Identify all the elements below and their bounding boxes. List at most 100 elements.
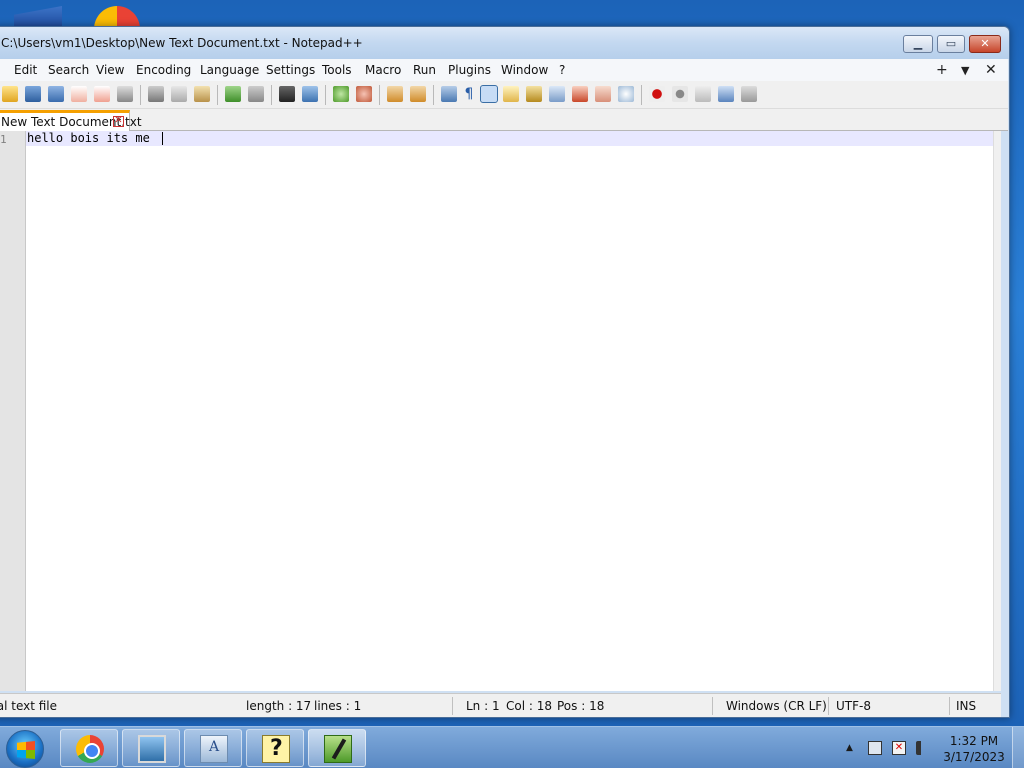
clock-date: 3/17/2023: [943, 750, 1005, 764]
menu-encoding[interactable]: Encoding: [136, 63, 191, 77]
redo-icon[interactable]: [248, 86, 264, 102]
toolbar-separator: [379, 85, 380, 105]
status-separator: [828, 697, 829, 715]
word-wrap-icon[interactable]: [441, 86, 457, 102]
title-bar[interactable]: C:\Users\vm1\Desktop\New Text Document.t…: [0, 27, 1009, 59]
zoom-out-icon[interactable]: [356, 86, 372, 102]
action-center-flag-icon[interactable]: ✕: [892, 741, 906, 755]
tab-bar: New Text Document.txt ✕: [0, 109, 1008, 131]
eye-icon[interactable]: [618, 86, 634, 102]
replace-icon[interactable]: [302, 86, 318, 102]
desktop-computer-icon[interactable]: [14, 6, 62, 28]
open-icon[interactable]: [2, 86, 18, 102]
minimize-button[interactable]: ▁: [903, 35, 933, 53]
taskbar-help-button[interactable]: [246, 729, 304, 767]
chrome-icon: [76, 735, 104, 763]
tab-close-icon[interactable]: ✕: [113, 116, 124, 127]
notepad-window: C:\Users\vm1\Desktop\New Text Document.t…: [0, 26, 1010, 718]
status-encoding[interactable]: UTF-8: [836, 699, 871, 713]
wordpad-icon: [200, 735, 228, 763]
user-language-icon[interactable]: [503, 86, 519, 102]
menu-tools[interactable]: Tools: [322, 63, 352, 77]
editor-area[interactable]: 1 hello bois its me: [0, 131, 1001, 691]
paste-icon[interactable]: [194, 86, 210, 102]
find-icon[interactable]: [279, 86, 295, 102]
close-window-button[interactable]: ✕: [969, 35, 1001, 53]
status-pos: Pos : 18: [557, 699, 605, 713]
stop-record-icon[interactable]: [672, 86, 688, 102]
menu-language[interactable]: Language: [200, 63, 259, 77]
taskbar: ▲ ✕ 1:32 PM 3/17/2023: [0, 726, 1024, 768]
toolbar-separator: [641, 85, 642, 105]
menu-plugins[interactable]: Plugins: [448, 63, 491, 77]
toolbar-separator: [433, 85, 434, 105]
copy-icon[interactable]: [171, 86, 187, 102]
toolbar-separator: [271, 85, 272, 105]
doc-map-icon[interactable]: [526, 86, 542, 102]
close-document-button[interactable]: ✕: [985, 62, 997, 78]
menu-macro[interactable]: Macro: [365, 63, 401, 77]
text-caret: [162, 132, 163, 145]
folder-workspace-icon[interactable]: [572, 86, 588, 102]
taskbar-chrome-button[interactable]: [60, 729, 118, 767]
menu-edit[interactable]: Edit: [14, 63, 37, 77]
status-length: length : 17: [246, 699, 312, 713]
start-button[interactable]: [6, 730, 44, 768]
play-macro-icon[interactable]: [695, 86, 711, 102]
tab-new-text-document[interactable]: New Text Document.txt ✕: [0, 110, 142, 131]
status-separator: [949, 697, 950, 715]
menu-settings[interactable]: Settings: [266, 63, 315, 77]
show-desktop-button[interactable]: [1012, 727, 1024, 768]
status-separator: [452, 697, 453, 715]
record-macro-icon[interactable]: [649, 86, 665, 102]
save-macro-icon[interactable]: [741, 86, 757, 102]
taskbar-wordpad-button[interactable]: [184, 729, 242, 767]
window-title: C:\Users\vm1\Desktop\New Text Document.t…: [1, 36, 363, 50]
close-all-icon[interactable]: [94, 86, 110, 102]
status-ln: Ln : 1: [466, 699, 500, 713]
toolbar-separator: [217, 85, 218, 105]
sync-vertical-icon[interactable]: [387, 86, 403, 102]
monitoring-icon[interactable]: [595, 86, 611, 102]
cut-icon[interactable]: [148, 86, 164, 102]
menu-view[interactable]: View: [96, 63, 124, 77]
save-icon[interactable]: [25, 86, 41, 102]
menu-help[interactable]: ?: [559, 63, 565, 77]
menu-run[interactable]: Run: [413, 63, 436, 77]
windows-logo-icon: [17, 741, 35, 759]
new-tab-plus-button[interactable]: +: [936, 62, 948, 78]
menu-window[interactable]: Window: [501, 63, 548, 77]
show-all-chars-icon[interactable]: ¶: [461, 86, 477, 102]
vertical-scrollbar[interactable]: [993, 131, 1001, 691]
undo-icon[interactable]: [225, 86, 241, 102]
status-bar: Normal text file length : 17 lines : 1 L…: [0, 693, 1001, 717]
current-line-highlight: [26, 131, 993, 146]
maximize-button[interactable]: ▭: [937, 35, 965, 53]
zoom-in-icon[interactable]: [333, 86, 349, 102]
sync-horizontal-icon[interactable]: [410, 86, 426, 102]
save-all-icon[interactable]: [48, 86, 64, 102]
run-macro-multiple-icon[interactable]: [718, 86, 734, 102]
status-mode[interactable]: INS: [956, 699, 976, 713]
network-icon[interactable]: [868, 741, 882, 755]
print-icon[interactable]: [117, 86, 133, 102]
status-lines: lines : 1: [314, 699, 362, 713]
taskbar-photos-button[interactable]: [122, 729, 180, 767]
system-tray: ▲ ✕: [840, 727, 940, 768]
indent-guide-icon[interactable]: [480, 85, 498, 103]
tab-list-dropdown-button[interactable]: ▼: [961, 64, 969, 77]
editor-text[interactable]: hello bois its me: [27, 131, 150, 146]
taskbar-notepadpp-button[interactable]: [308, 729, 366, 767]
close-icon[interactable]: [71, 86, 87, 102]
menu-bar: Edit Search View Encoding Language Setti…: [0, 59, 1008, 81]
menu-search[interactable]: Search: [48, 63, 89, 77]
status-eol[interactable]: Windows (CR LF): [726, 699, 827, 713]
status-separator: [712, 697, 713, 715]
function-list-icon[interactable]: [549, 86, 565, 102]
status-file-type: Normal text file: [0, 699, 58, 713]
line-number: 1: [0, 133, 7, 146]
volume-icon[interactable]: [916, 741, 930, 755]
clock[interactable]: 1:32 PM 3/17/2023: [940, 733, 1008, 765]
toolbar-separator: [140, 85, 141, 105]
tray-expand-icon[interactable]: ▲: [846, 743, 853, 753]
